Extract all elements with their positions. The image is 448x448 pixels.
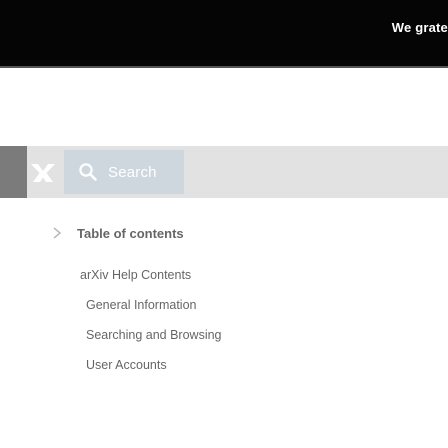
page: We grate Search Table of contents arXiv …	[0, 0, 448, 448]
toc-title: Table of contents	[77, 226, 184, 241]
toc-item-arxiv-help-contents[interactable]: arXiv Help Contents	[80, 268, 191, 282]
nav-dark-strip	[0, 146, 27, 198]
nav-bar: Search	[0, 146, 448, 198]
search-icon	[79, 163, 97, 181]
toc-item-general-information[interactable]: General Information	[86, 298, 196, 312]
search-label: Search	[108, 163, 157, 181]
banner-message: We grate	[391, 20, 448, 35]
chevron-right-icon[interactable]	[50, 226, 64, 240]
top-banner: We grate	[0, 0, 448, 68]
arxiv-logo-icon[interactable]	[29, 158, 57, 186]
search-button[interactable]: Search	[64, 150, 184, 194]
toc-item-searching-and-browsing[interactable]: Searching and Browsing	[86, 328, 222, 342]
toc-item-user-accounts[interactable]: User Accounts	[86, 358, 167, 372]
fade-overlay	[0, 66, 448, 448]
